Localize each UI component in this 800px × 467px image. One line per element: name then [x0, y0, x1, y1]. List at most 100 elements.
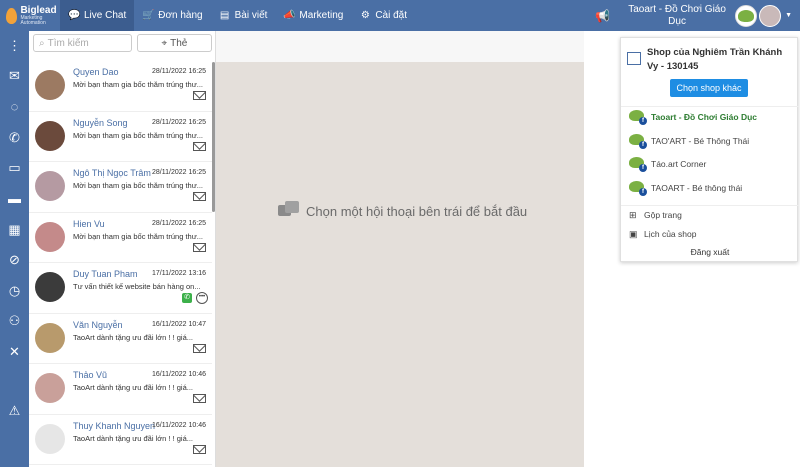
header-right: 📢 Taoart - Đồ Chơi Giáo Dục ▼ — [595, 0, 800, 31]
empty-state: Chọn một hội thoại bên trái để bắt đầu — [278, 201, 527, 221]
conversation-list: Quyen Dao 28/11/2022 16:25 Mời bạn tham gi… — [29, 61, 216, 465]
nav-item-label: Live Chat — [84, 10, 127, 21]
divider — [621, 205, 799, 206]
conversation-preview: Tư vấn thiết kế website bán hàng on... — [73, 282, 201, 291]
brand-logo[interactable]: Biglead Marketing Automation — [0, 0, 60, 31]
users-icon[interactable]: ⚇ — [0, 311, 29, 331]
inbox-icon[interactable]: ▬ — [0, 189, 29, 209]
mail-icon — [193, 91, 206, 100]
logout-button[interactable]: Đăng xuất — [621, 247, 799, 257]
current-shop-title[interactable]: Taoart - Đồ Chơi Giáo Dục — [627, 4, 727, 28]
mail-icon — [193, 444, 206, 454]
shop-schedule-link[interactable]: ▣ Lịch của shop — [629, 229, 696, 239]
user-avatar[interactable] — [759, 4, 782, 27]
conversation-item[interactable]: Quyen Dao 28/11/2022 16:25 Mời bạn tham gi… — [29, 61, 212, 112]
conversation-time: 28/11/2022 16:25 — [152, 68, 206, 75]
conversation-panel: ⌕ Tìm kiếm ⌖ Thẻ Quyen Dao 28/11/2022 16:… — [29, 31, 216, 467]
phone-icon: ✆ — [182, 293, 192, 303]
conversation-name: Duy Tuan Pham — [73, 269, 138, 279]
nav-item-3[interactable]: 📣 Marketing — [275, 0, 351, 31]
merge-pages-label: Gộp trang — [644, 210, 682, 220]
conversation-name: Ngô Thị Ngọc Trâm — [73, 168, 151, 178]
conversation-item[interactable]: Nguyễn Song 28/11/2022 16:25 Mời bạn tham … — [29, 112, 212, 162]
conversation-name: Quyen Dao — [73, 67, 119, 77]
conversation-item[interactable]: Duy Tuan Pham 17/11/2022 13:16 Tư vấn thiế… — [29, 263, 212, 314]
conversation-item[interactable]: Văn Nguyễn 16/11/2022 10:47 TaoArt dành tặ… — [29, 314, 212, 364]
store-icon — [627, 52, 641, 65]
page-item[interactable]: f TAO'ART - Bé Thông Thái — [629, 131, 794, 151]
conversation-preview: Mời bạn tham gia bốc thăm trúng thư... — [73, 181, 204, 190]
cart-icon: 🛒 — [142, 10, 155, 21]
page-avatar-icon: f — [629, 180, 647, 196]
chevron-down-icon[interactable]: ▼ — [785, 12, 792, 19]
conversation-name: Hien Vu — [73, 218, 105, 229]
page-avatar-icon: f — [629, 109, 647, 125]
search-input[interactable]: ⌕ Tìm kiếm — [33, 34, 132, 52]
conversation-scrollbar[interactable] — [212, 62, 215, 212]
merge-pages-link[interactable]: ⊞ Gộp trang — [629, 210, 682, 220]
conversation-item[interactable]: Hien Vu 28/11/2022 16:25 Mời bạn tham gia … — [29, 213, 212, 263]
page-item-label: TAO'ART - Bé Thông Thái — [651, 135, 750, 146]
page-item[interactable]: f TAOART - Bé thông thái — [629, 178, 794, 198]
conversation-time: 28/11/2022 16:25 — [152, 219, 206, 227]
mail-icon — [193, 141, 206, 151]
more-vertical-icon[interactable]: ⋮ — [0, 36, 29, 56]
mail-icon — [193, 394, 206, 403]
message-square-icon[interactable]: ▭ — [0, 158, 29, 178]
chat-area — [216, 62, 584, 467]
conversation-time: 16/11/2022 10:46 — [152, 421, 206, 429]
close-icon[interactable]: ✕ — [0, 342, 29, 362]
tag-filter-button[interactable]: ⌖ Thẻ — [136, 34, 212, 52]
megaphone-icon: 📣 — [283, 10, 296, 21]
nav-item-4[interactable]: ⚙ Cài đặt — [351, 0, 415, 31]
eye-off-icon[interactable]: ⊘ — [0, 250, 29, 270]
conversation-item[interactable]: Ngô Thị Ngọc Trâm 28/11/2022 16:25 Mời bạn… — [29, 162, 212, 213]
brand-name: Biglead — [20, 4, 57, 16]
conversation-name: Thảo Vũ — [73, 370, 108, 380]
nav-item-1[interactable]: 🛒 Đơn hàng — [134, 0, 210, 31]
avatar — [35, 322, 65, 353]
brand-tagline: Marketing Automation — [20, 14, 46, 26]
chat-bubbles-icon — [278, 201, 300, 221]
page-item-label: Taoart - Đồ Chơi Giáo Dục — [651, 112, 758, 122]
conversation-item[interactable]: Thảo Vũ 16/11/2022 10:46 TaoArt dành tặng … — [29, 364, 212, 415]
comment-icon[interactable]: ◌ — [0, 97, 29, 117]
avatar — [35, 120, 65, 151]
avatar — [35, 272, 65, 302]
nav-item-label: Cài đặt — [375, 10, 408, 21]
conversation-item[interactable]: Thuy Khanh Nguyen 16/11/2022 10:46 TaoArt … — [29, 415, 212, 465]
conversation-name: Nguyễn Song — [73, 117, 128, 128]
conversation-time: 17/11/2022 13:16 — [152, 270, 206, 277]
shop-avatar[interactable] — [735, 4, 758, 27]
conversation-time: 28/11/2022 16:25 — [152, 169, 206, 176]
post-icon: ▤ — [219, 10, 230, 21]
conversation-preview: TaoArt dành tặng ưu đãi lớn ! ! giá... — [73, 332, 194, 342]
mail-icon — [193, 192, 206, 201]
frog-logo-icon — [738, 9, 755, 22]
warning-icon[interactable]: ⚠ — [0, 401, 29, 421]
page-item-label: Táo.art Corner — [651, 159, 707, 169]
nav-item-2[interactable]: ▤ Bài viết — [211, 0, 276, 31]
avatar — [35, 171, 65, 201]
grid-icon: ⊞ — [629, 210, 637, 220]
main-nav: 💬 Live Chat 🛒 Đơn hàng ▤ Bài viết 📣 Marketing ⚙ C… — [60, 0, 415, 31]
avatar — [35, 221, 65, 252]
phone-icon[interactable]: ✆ — [0, 128, 29, 148]
page-item[interactable]: f Taoart - Đồ Chơi Giáo Dục — [629, 107, 794, 127]
conversation-preview: TaoArt dành tặng ưu đãi lớn ! ! giá... — [73, 433, 194, 443]
gear-icon: ⚙ — [360, 10, 370, 21]
shop-dropdown: Shop của Nghiêm Trần Khánh Vy - 130145 C… — [620, 37, 799, 262]
announcement-icon[interactable]: 📢 — [595, 9, 610, 23]
clock-icon[interactable]: ◷ — [0, 281, 29, 301]
folder-icon[interactable]: ▦ — [0, 220, 29, 240]
conversation-time: 28/11/2022 16:25 — [152, 118, 206, 126]
page-item[interactable]: f Táo.art Corner — [629, 154, 794, 174]
choose-other-shop-button[interactable]: Chọn shop khác — [670, 79, 748, 97]
conversation-preview: TaoArt dành tặng ưu đãi lớn ! ! giá... — [73, 383, 194, 392]
mail-icon[interactable]: ✉ — [0, 66, 29, 86]
empty-state-text: Chọn một hội thoại bên trái để bắt đầu — [306, 203, 528, 219]
conversation-preview: Mời bạn tham gia bốc thăm trúng thư... — [73, 80, 204, 89]
avatar — [35, 423, 65, 454]
nav-item-0[interactable]: 💬 Live Chat — [60, 0, 135, 31]
shop-schedule-label: Lịch của shop — [644, 229, 697, 239]
